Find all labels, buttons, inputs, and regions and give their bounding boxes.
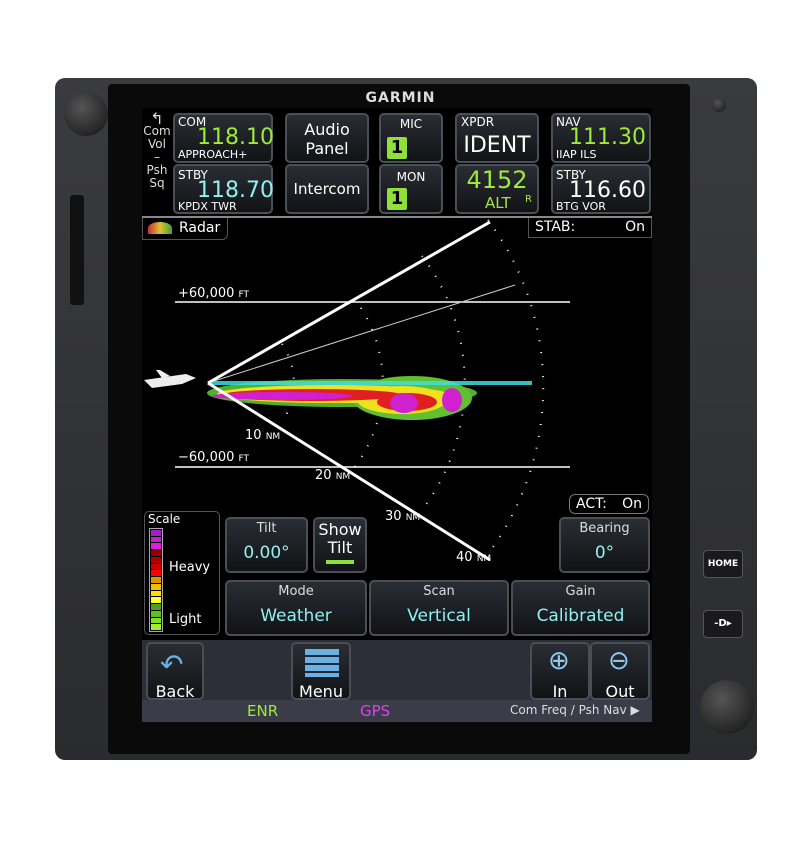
scale-swatch <box>151 563 161 570</box>
mode-label: Mode <box>278 584 314 599</box>
heavy-label: Heavy <box>169 560 211 575</box>
menu-button[interactable]: Menu <box>291 642 351 701</box>
scan-value: Vertical <box>407 606 471 626</box>
tilt-label: Tilt <box>256 521 277 536</box>
show-tilt-button[interactable]: Show Tilt <box>313 517 367 573</box>
gain-value: Calibrated <box>536 606 625 626</box>
zoom-out-button[interactable]: ⊖ Out <box>590 642 650 701</box>
act-value: On <box>622 496 642 512</box>
scale-swatch <box>151 583 161 590</box>
scale-swatch <box>151 604 161 610</box>
scale-swatch <box>151 570 161 577</box>
scale-swatch <box>151 590 161 597</box>
in-label: In <box>552 682 568 701</box>
zoom-in-button[interactable]: ⊕ In <box>530 642 590 701</box>
range-label-20: 20 NM <box>315 468 351 483</box>
scale-swatch <box>151 610 161 617</box>
mode-button[interactable]: Mode Weather <box>225 580 367 636</box>
aircraft-icon <box>144 370 196 388</box>
scale-bar <box>149 528 163 632</box>
nav-source: GPS <box>360 702 391 720</box>
scale-swatch <box>151 624 161 631</box>
bearing-label: Bearing <box>579 521 630 536</box>
knob-hint: Com Freq / Psh Nav ▶ <box>510 703 640 717</box>
zoom-out-icon: ⊖ <box>608 646 630 676</box>
gain-button[interactable]: Gain Calibrated <box>511 580 650 636</box>
mode-value: Weather <box>260 606 332 626</box>
menu-icon <box>305 649 339 677</box>
card-slot <box>70 195 84 305</box>
zoom-in-icon: ⊕ <box>548 646 570 676</box>
back-button[interactable]: ↶ Back <box>146 642 204 701</box>
act-indicator[interactable]: ACT: On <box>569 494 649 514</box>
display: ↰ Com Vol – Psh Sq COM 118.10 APPROACH+ STBY… <box>142 108 652 722</box>
scale-swatch <box>151 597 161 604</box>
scale-swatch <box>151 617 161 624</box>
range-label-40: 40 NM <box>456 550 492 565</box>
flight-phase: ENR <box>247 702 279 720</box>
alt-lower-label: −60,000 FT <box>178 450 250 465</box>
range-label-10: 10 NM <box>245 428 281 443</box>
back-label: Back <box>155 682 195 701</box>
scale-swatch <box>151 556 161 563</box>
brand-logo: GARMIN <box>365 90 436 106</box>
alt-upper-label: +60,000 FT <box>178 286 250 301</box>
tilt-button[interactable]: Tilt 0.00° <box>225 517 308 573</box>
tilt-label-2: Tilt <box>327 538 353 557</box>
bearing-value: 0° <box>594 543 615 563</box>
bottom-right-knob[interactable] <box>700 680 754 734</box>
range-label-30: 30 NM <box>385 509 421 524</box>
scale-swatch <box>151 577 161 583</box>
menu-label: Menu <box>299 682 343 701</box>
scan-button[interactable]: Scan Vertical <box>369 580 509 636</box>
direct-to-button[interactable]: -D▸ <box>703 610 743 638</box>
scale-label: Scale <box>148 512 181 526</box>
back-arrow-icon: ↶ <box>160 648 184 681</box>
light-label: Light <box>169 612 202 627</box>
gain-label: Gain <box>565 584 596 599</box>
home-button[interactable]: HOME <box>703 550 743 578</box>
show-label: Show <box>318 520 362 539</box>
out-label: Out <box>605 682 635 701</box>
tilt-value: 0.00° <box>243 543 290 563</box>
status-bar: ENR GPS Com Freq / Psh Nav ▶ <box>142 700 652 722</box>
scale-swatch <box>151 530 161 536</box>
scale-swatch <box>151 550 161 556</box>
scale-swatch <box>151 536 161 543</box>
tilt-line <box>207 284 516 384</box>
scale-legend: Scale Heavy Light <box>144 511 220 635</box>
scale-swatch <box>151 543 161 550</box>
bearing-button[interactable]: Bearing 0° <box>559 517 650 573</box>
show-tilt-indicator <box>326 560 354 564</box>
scan-label: Scan <box>423 584 455 599</box>
act-label: ACT: <box>576 496 607 512</box>
